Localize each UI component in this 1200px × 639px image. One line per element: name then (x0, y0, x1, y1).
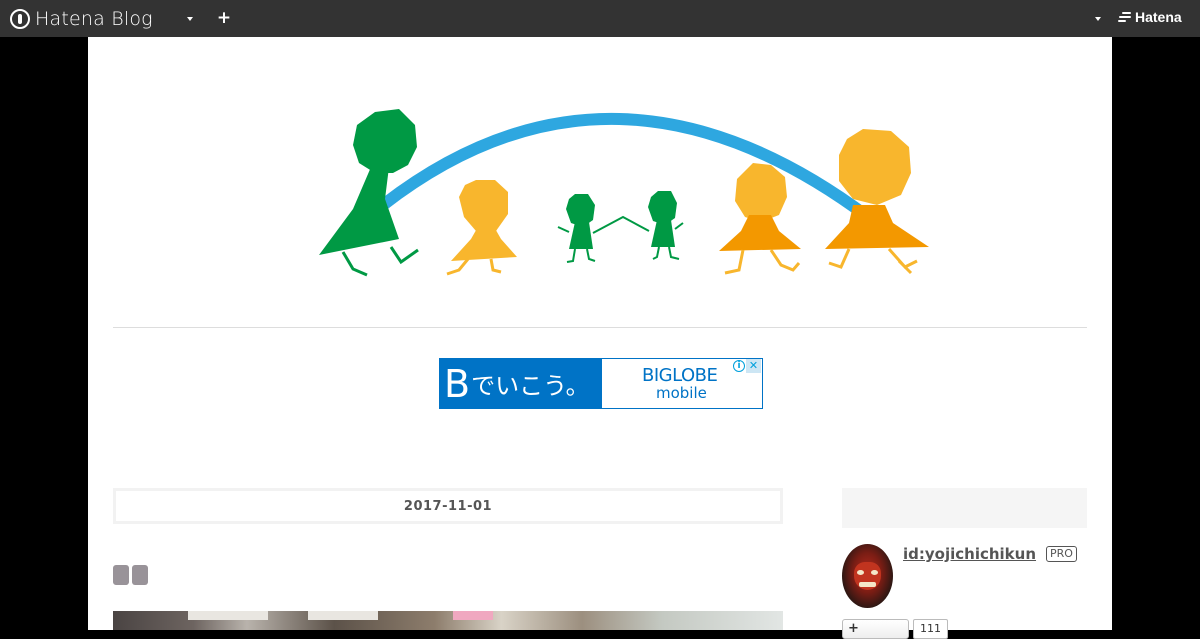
hatena-label: Hatena (1135, 9, 1182, 25)
hatena-mark-icon (1118, 11, 1132, 23)
ad-headline: B でいこう。 (440, 359, 602, 408)
subscribe-button[interactable]: + (842, 619, 909, 639)
ad-headline-b: B (444, 361, 471, 406)
entry-category-icons (113, 565, 148, 585)
new-post-plus-icon[interactable]: + (215, 9, 233, 27)
blue-arc (377, 113, 874, 223)
photo-detail (308, 611, 378, 620)
account-menu-chevron-down-icon[interactable] (1095, 17, 1101, 21)
blog-page: B でいこう。 BIGLOBE mobile i ✕ 2017-11-01 id… (88, 37, 1112, 639)
header-divider (113, 327, 1087, 328)
category-icon[interactable] (113, 565, 129, 585)
photo-detail (188, 611, 268, 620)
blog-header-illustration[interactable] (313, 87, 933, 287)
photo-detail (453, 611, 493, 620)
avatar-eye (857, 570, 864, 575)
biglobe-ad-banner[interactable]: B でいこう。 BIGLOBE mobile i ✕ (439, 358, 763, 409)
ad-close-icon[interactable]: ✕ (746, 359, 761, 373)
entry-date[interactable]: 2017-11-01 (404, 499, 492, 514)
ad-info-icon[interactable]: i (733, 360, 745, 372)
blog-menu-chevron-down-icon[interactable] (187, 17, 193, 21)
top-navigation-bar: Hatena Blog + Hatena (0, 0, 1200, 37)
ad-brand-sub: mobile (656, 384, 707, 402)
sidebar-profile-header (842, 488, 1087, 528)
ad-brand-area: BIGLOBE mobile i ✕ (602, 359, 762, 408)
hatena-blog-logo-link[interactable]: Hatena Blog (10, 6, 153, 31)
subscriber-count: 111 (913, 619, 948, 639)
avatar-eye (871, 570, 878, 575)
entry-date-bar: 2017-11-01 (113, 488, 783, 524)
category-icon[interactable] (132, 565, 148, 585)
hatena-blog-icon (10, 8, 30, 29)
pro-badge: PRO (1046, 546, 1077, 562)
user-id-link[interactable]: id:yojichichikun (903, 545, 1036, 563)
ad-headline-rest: でいこう。 (471, 372, 590, 400)
hatena-home-link[interactable]: Hatena (1118, 9, 1182, 25)
orange-figure-middle (719, 163, 801, 275)
avatar-mouth (859, 582, 876, 587)
ad-brand-name: BIGLOBE (642, 365, 718, 386)
entry-photo[interactable] (113, 611, 783, 630)
user-avatar[interactable] (842, 544, 893, 608)
brand-name: Hatena Blog (35, 7, 153, 30)
yellow-figure-left (446, 180, 517, 276)
green-kids (557, 191, 684, 263)
